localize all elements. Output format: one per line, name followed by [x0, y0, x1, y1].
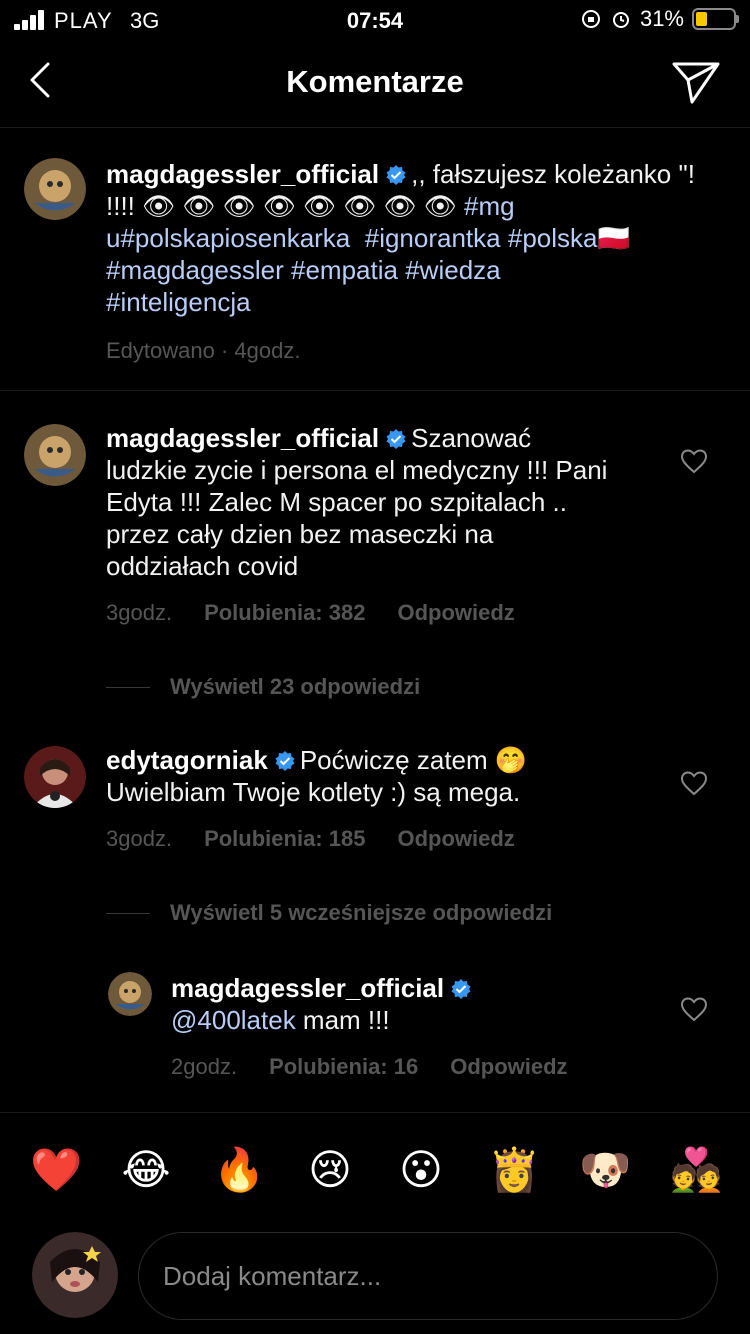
my-avatar — [32, 1232, 118, 1318]
reply-button[interactable]: Odpowiedz — [450, 1054, 567, 1080]
battery-icon — [692, 8, 739, 30]
flag-emoji: 🇵🇱 — [597, 223, 630, 253]
heart-emoji-button[interactable]: ❤️ — [30, 1145, 82, 1195]
avatar[interactable] — [24, 158, 86, 220]
like-heart-icon[interactable] — [680, 996, 708, 1024]
reply-button[interactable]: Odpowiedz — [397, 600, 514, 626]
comment-composer — [0, 1224, 750, 1334]
avatar[interactable] — [24, 424, 86, 486]
hashtag[interactable]: #polska — [508, 223, 598, 253]
status-bar: PLAY 3G 07:54 31% — [0, 0, 750, 40]
princess-emoji-button[interactable]: 👸 — [488, 1145, 540, 1195]
like-heart-icon[interactable] — [680, 448, 708, 476]
header: Komentarze — [0, 40, 750, 128]
avatar[interactable] — [108, 972, 152, 1016]
fire-emoji-button[interactable]: 🔥 — [213, 1145, 265, 1195]
user-mention[interactable]: @400latek — [171, 1005, 296, 1035]
quick-emoji-bar: ❤️ 😂 🔥 😢 😮 👸 🐶 💑 — [0, 1112, 750, 1224]
replies-line — [106, 912, 150, 914]
comment-meta: 3godz. Polubienia: 185 Odpowiedz — [106, 826, 515, 852]
like-heart-icon[interactable] — [680, 770, 708, 798]
reply-button[interactable]: Odpowiedz — [397, 826, 514, 852]
verified-badge-icon — [386, 429, 406, 449]
username[interactable]: magdagessler_official — [171, 973, 444, 1003]
status-right: 31% — [580, 6, 739, 32]
avatar[interactable] — [24, 746, 86, 808]
view-earlier-replies-button[interactable]: Wyświetl 5 wcześniejsze odpowiedzi — [106, 900, 552, 926]
divider — [0, 390, 750, 391]
reply-text: magdagessler_official @400latek mam !!! — [171, 972, 631, 1036]
hashtag[interactable]: #ignorantka — [365, 223, 501, 253]
comment-text: edytagorniak Poćwiczę zatem 🤭 Uwielbiam T… — [106, 744, 616, 808]
caption-text: magdagessler_official,, fałszujesz koleż… — [106, 158, 706, 318]
username[interactable]: magdagessler_official — [106, 423, 379, 453]
direct-send-icon[interactable] — [670, 56, 722, 108]
verified-badge-icon — [451, 979, 471, 999]
verified-badge-icon — [275, 751, 295, 771]
view-replies-label: Wyświetl 5 wcześniejsze odpowiedzi — [170, 900, 553, 925]
rotation-lock-icon — [581, 10, 600, 28]
comment-input[interactable] — [138, 1232, 718, 1320]
surprised-emoji-button[interactable]: 😮 — [396, 1145, 446, 1195]
like-count[interactable]: Polubienia: 185 — [204, 826, 365, 852]
hashtag[interactable]: #empatia — [291, 255, 398, 285]
hashtag[interactable]: u#polskapiosenkarka — [106, 223, 350, 253]
replies-line — [106, 686, 150, 688]
comment-time: 3godz. — [106, 826, 173, 851]
laughing-emoji-button[interactable]: 😂 — [121, 1145, 171, 1195]
page-title: Komentarze — [286, 64, 464, 99]
back-chevron-icon[interactable] — [20, 58, 64, 102]
battery-percent: 31% — [639, 6, 684, 31]
comment-meta: 3godz. Polubienia: 382 Odpowiedz — [106, 600, 515, 626]
edited-timestamp: Edytowano · 4godz. — [106, 338, 301, 363]
username[interactable]: magdagessler_official — [106, 159, 379, 189]
view-replies-button[interactable]: Wyświetl 23 odpowiedzi — [106, 674, 420, 700]
reply-time: 2godz. — [171, 1054, 238, 1079]
alarm-icon — [612, 12, 629, 28]
caption-meta: Edytowano · 4godz. — [106, 338, 300, 364]
username[interactable]: edytagorniak — [106, 745, 268, 775]
hashtag[interactable]: #mg — [464, 191, 515, 221]
like-count[interactable]: Polubienia: 16 — [269, 1054, 418, 1080]
comment-text: magdagessler_official Szanować ludzkie zy… — [106, 422, 616, 582]
battery-level — [696, 12, 707, 26]
hashtag[interactable]: #wiedza — [405, 255, 500, 285]
reply-body: mam !!! — [295, 1005, 390, 1035]
crying-emoji-button[interactable]: 😢 — [305, 1145, 355, 1195]
view-replies-label: Wyświetl 23 odpowiedzi — [170, 674, 421, 699]
like-count[interactable]: Polubienia: 382 — [204, 600, 365, 626]
reply-meta: 2godz. Polubienia: 16 Odpowiedz — [171, 1054, 568, 1080]
couple-emoji-button[interactable]: 💑 — [670, 1145, 722, 1195]
dog-emoji-button[interactable]: 🐶 — [579, 1145, 631, 1195]
hashtag[interactable]: #magdagessler — [106, 255, 284, 285]
comment-time: 3godz. — [106, 600, 173, 625]
verified-badge-icon — [386, 165, 406, 185]
hashtag[interactable]: #inteligencja — [106, 287, 251, 317]
